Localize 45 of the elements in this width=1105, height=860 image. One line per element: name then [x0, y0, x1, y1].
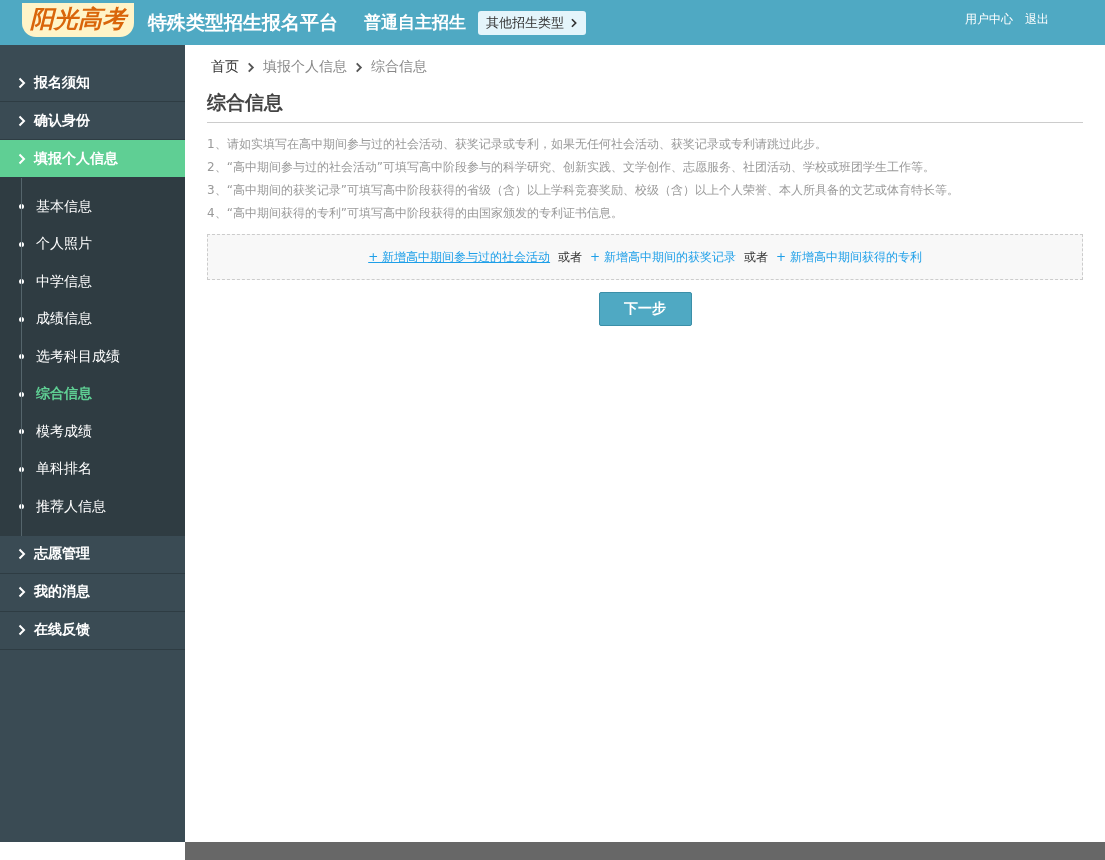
sidebar-subitem[interactable]: 成绩信息	[0, 300, 185, 338]
chevron-right-icon	[355, 61, 363, 73]
sidebar-subitem[interactable]: 个人照片	[0, 225, 185, 263]
sidebar-subitem[interactable]: 中学信息	[0, 263, 185, 301]
sidebar-subitem[interactable]: 基本信息	[0, 188, 185, 226]
chevron-right-icon	[18, 548, 26, 560]
bullet-icon	[19, 279, 24, 285]
platform-title: 特殊类型招生报名平台	[148, 9, 338, 35]
sidebar-subitem[interactable]: 综合信息	[0, 375, 185, 413]
breadcrumb-link[interactable]: 填报个人信息	[263, 58, 347, 76]
separator-text: 或者	[743, 248, 768, 266]
chevron-right-icon	[18, 624, 26, 636]
bullet-icon	[19, 391, 24, 397]
instruction-text: 1、请如实填写在高中期间参与过的社会活动、获奖记录或专利，如果无任何社会活动、获奖记录或专利请跳过此步。	[207, 136, 828, 153]
sidebar-item[interactable]: 志愿管理	[0, 535, 185, 574]
chevron-right-icon	[18, 152, 26, 165]
chevron-right-icon	[247, 61, 255, 73]
chevron-right-icon	[570, 17, 578, 28]
logo: 阳光高考	[22, 2, 134, 37]
sidebar-subitem[interactable]: 推荐人信息	[0, 488, 185, 526]
bullet-icon	[19, 241, 24, 247]
switch-type-button[interactable]: 其他招生类型	[478, 10, 586, 35]
bullet-icon	[19, 466, 24, 472]
sidebar-subitem[interactable]: 单科排名	[0, 450, 185, 488]
bullet-icon	[19, 504, 24, 510]
chevron-right-icon	[18, 114, 26, 127]
breadcrumb-link[interactable]: 综合信息	[371, 58, 427, 76]
page-title: 综合信息	[207, 90, 1083, 123]
sidebar-item[interactable]: 我的消息	[0, 573, 185, 612]
bullet-icon	[19, 354, 24, 360]
separator-text: 或者	[558, 248, 583, 266]
chevron-right-icon	[18, 76, 26, 89]
sidebar-item[interactable]: 报名须知	[0, 64, 185, 102]
bullet-icon	[19, 204, 24, 210]
category-title: 普通自主招生	[364, 11, 466, 34]
sidebar-item[interactable]: 在线反馈	[0, 611, 185, 650]
instruction-text: 3、“高中期间的获奖记录”可填写高中阶段获得的省级（含）以上学科竞赛奖励、校级（含）以上个人荣誉、本人所具备的文艺或体育特长等。	[207, 182, 961, 199]
bullet-icon	[19, 316, 24, 322]
instruction-text: 2、“高中期间参与过的社会活动”可填写高中阶段参与的科学研究、创新实践、文学创作、志愿服务、社团活动、学校或班团学生工作等。	[207, 159, 937, 176]
chevron-right-icon	[18, 586, 26, 598]
breadcrumb-link[interactable]: 首页	[211, 58, 239, 76]
sidebar-subitem[interactable]: 模考成绩	[0, 413, 185, 451]
instruction-text: 4、“高中期间获得的专利”可填写高中阶段获得的由国家颁发的专利证书信息。	[207, 205, 625, 222]
sidebar-subitem[interactable]: 选考科目成绩	[0, 338, 185, 376]
bullet-icon	[19, 429, 24, 435]
